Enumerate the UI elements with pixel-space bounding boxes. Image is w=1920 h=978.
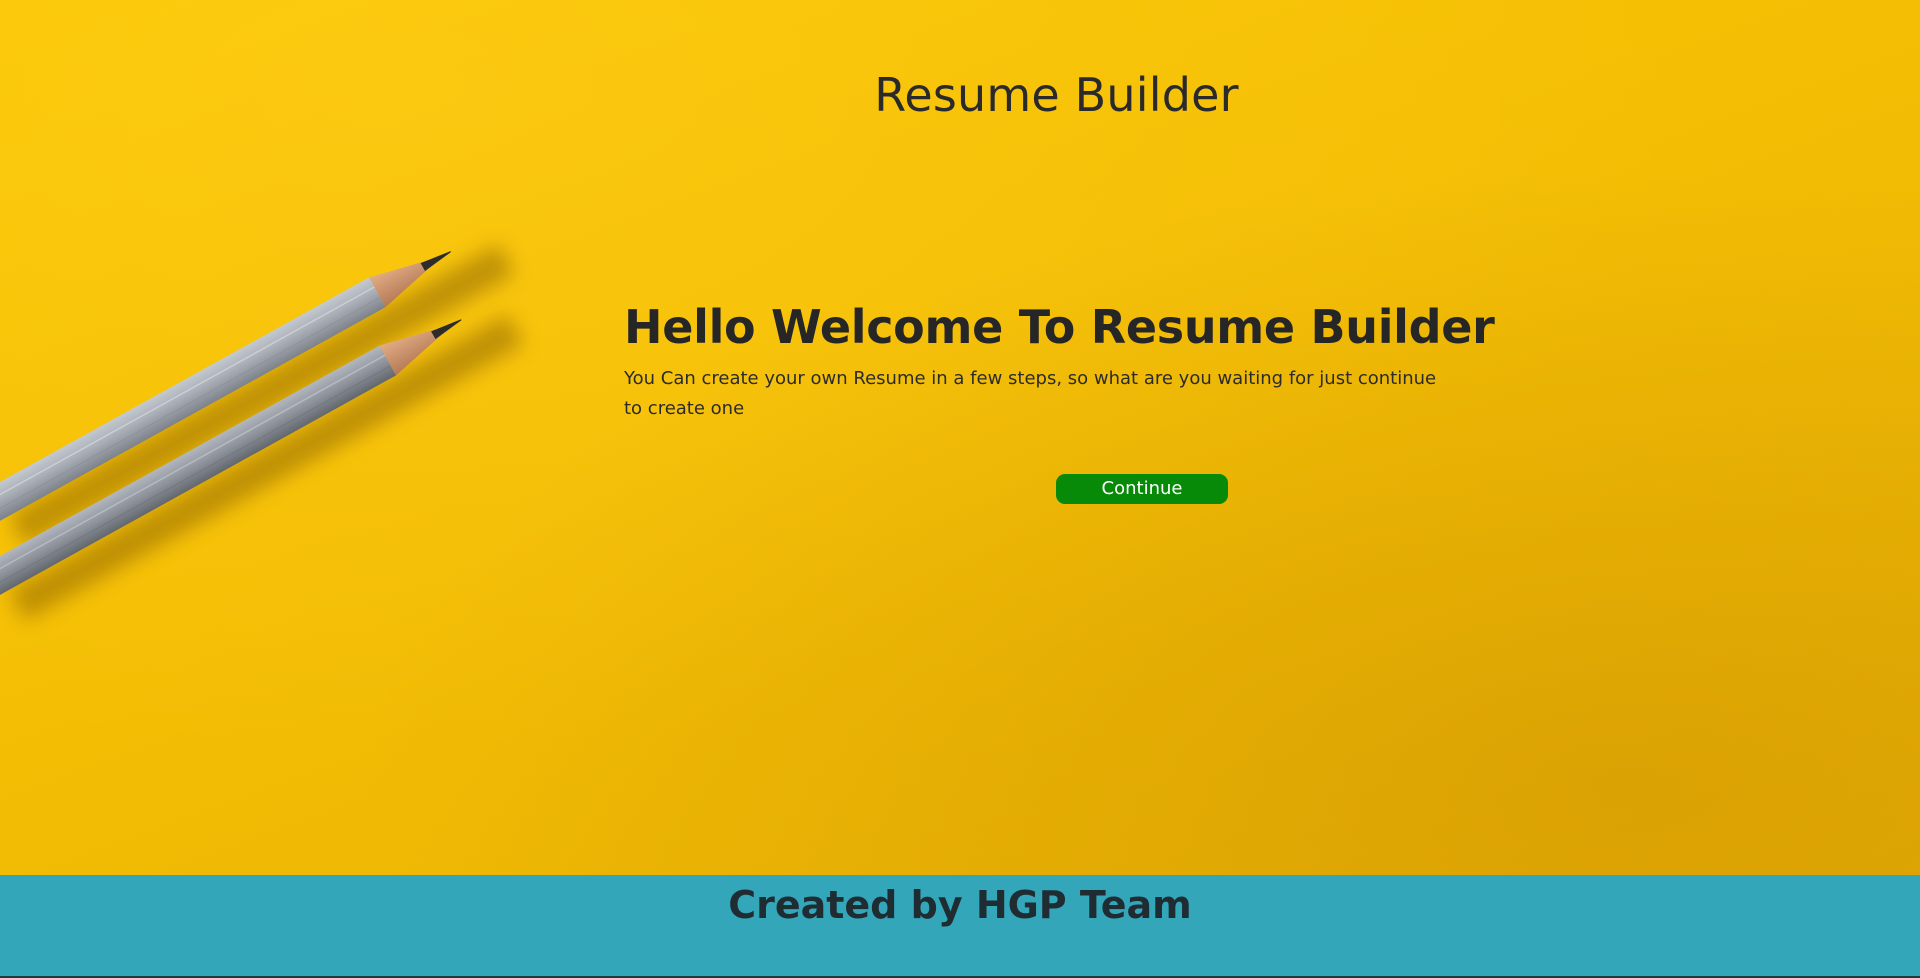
welcome-description: You Can create your own Resume in a few … [624,368,1437,419]
continue-button[interactable]: Continue [1056,474,1228,504]
footer: Created by HGP Team [0,875,1920,978]
footer-credit: Created by HGP Team [728,883,1192,927]
welcome-section: Hello Welcome To Resume Builder You Can … [624,300,1495,424]
welcome-heading: Hello Welcome To Resume Builder [624,300,1495,354]
hero-background: Resume Builder Hello Welcome To Resume B… [0,0,1920,875]
site-title: Resume Builder [874,68,1239,122]
page: Resume Builder Hello Welcome To Resume B… [0,0,1920,978]
